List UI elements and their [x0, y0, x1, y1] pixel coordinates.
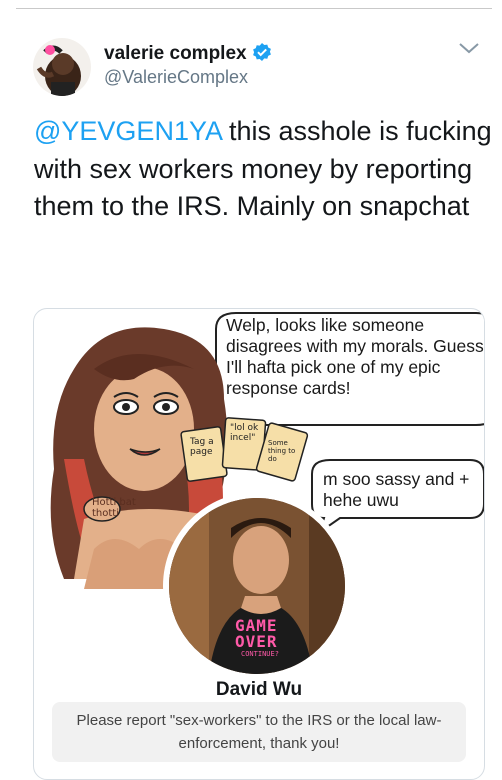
avatar-image	[33, 38, 91, 96]
cheek-text: Hotti bat thotti	[92, 497, 136, 519]
display-name-text[interactable]: valerie complex	[104, 43, 247, 64]
message-text: Please report "sex-workers" to the IRS o…	[76, 712, 442, 752]
profile-photo-ring: GAME OVER CONTINUE?	[163, 492, 351, 680]
tweet-text: @YEVGEN1YA this asshole is fucking with …	[34, 113, 494, 226]
user-handle[interactable]: @ValerieComplex	[104, 67, 248, 88]
shirt-text-over: OVER	[235, 632, 278, 651]
shirt-text-continue: CONTINUE?	[241, 650, 279, 658]
verified-badge-icon	[252, 42, 272, 68]
profile-photo: GAME OVER CONTINUE?	[169, 498, 345, 674]
chevron-down-icon[interactable]	[458, 41, 480, 60]
card-note-tag: Tag a page	[190, 437, 214, 457]
avatar[interactable]	[33, 38, 91, 96]
top-divider	[16, 8, 492, 9]
media-card[interactable]: "lol ok incel" Tag a page Some thing to …	[33, 308, 485, 780]
display-name[interactable]: valerie complex	[104, 42, 272, 68]
person-name: David Wu	[215, 679, 303, 700]
speech-bubble-right: m soo sassy and + hehe uwu	[323, 469, 470, 510]
speech-bubble-top: Welp, looks like someone disagrees with …	[226, 315, 484, 398]
card-note-something: Some thing to do	[268, 439, 296, 463]
card-note-incel: "lol ok incel"	[230, 423, 259, 443]
mention-link[interactable]: @YEVGEN1YA	[34, 116, 221, 146]
